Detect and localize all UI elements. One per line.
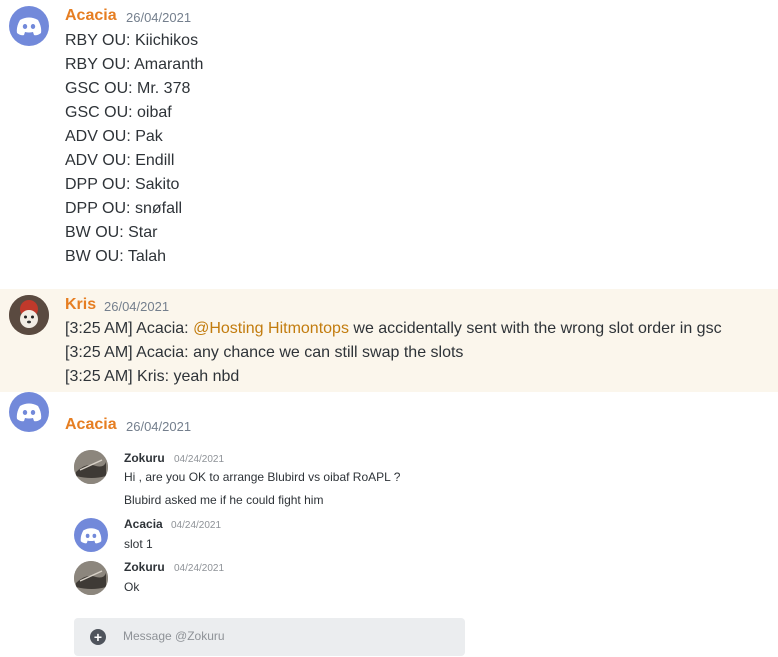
message-line: [3:25 AM] Acacia: @Hosting Hitmontops we… (65, 320, 722, 338)
pet-photo-icon (9, 295, 49, 335)
message-text: [3:25 AM] Acacia: (65, 320, 194, 337)
embed-timestamp: 04/24/2021 (174, 454, 225, 465)
message-line: DPP OU: snøfall (65, 200, 183, 217)
message-input-placeholder: Message @Zokuru (123, 629, 225, 643)
message-kris: Kris 26/04/2021 [3:25 AM] Acacia: @Hosti… (0, 289, 778, 392)
message-line: [3:25 AM] Acacia: any chance we can stil… (65, 344, 464, 361)
message-line: [3:25 AM] Kris: yeah nbd (65, 368, 240, 385)
discord-logo-icon (16, 17, 42, 36)
author-name[interactable]: Kris (65, 296, 96, 314)
embed-message-line: Ok (124, 580, 140, 594)
message-line: RBY OU: Kiichikos (65, 32, 199, 49)
avatar[interactable] (9, 295, 49, 335)
timestamp: 26/04/2021 (126, 419, 192, 434)
avatar (74, 561, 108, 595)
message-line: DPP OU: Sakito (65, 176, 180, 193)
embed-message-line: slot 1 (124, 537, 153, 551)
author-name[interactable]: Acacia (65, 7, 117, 25)
avatar (74, 518, 108, 552)
bird-photo-icon (74, 561, 108, 595)
message-acacia-1: Acacia 26/04/2021 RBY OU: Kiichikos RBY … (0, 0, 778, 280)
discord-logo-icon (80, 527, 102, 543)
role-mention[interactable]: @Hosting Hitmontops (193, 320, 349, 337)
message-line: BW OU: Star (65, 224, 158, 241)
embed-author-name: Acacia (124, 517, 163, 531)
message-line: GSC OU: oibaf (65, 104, 172, 121)
plus-circle-icon[interactable]: + (90, 629, 106, 645)
message-line: ADV OU: Endill (65, 152, 175, 169)
timestamp: 26/04/2021 (126, 10, 192, 25)
embed-author-name: Zokuru (124, 451, 165, 465)
bird-photo-icon (74, 450, 108, 484)
message-line: ADV OU: Pak (65, 128, 163, 145)
embed-message-line: Hi , are you OK to arrange Blubird vs oi… (124, 470, 401, 484)
avatar[interactable] (9, 392, 49, 432)
embed-message-line: Blubird asked me if he could fight him (124, 493, 324, 507)
avatar[interactable] (9, 6, 49, 46)
embed-timestamp: 04/24/2021 (171, 520, 222, 531)
message-line: RBY OU: Amaranth (65, 56, 204, 73)
message-text: we accidentally sent with the wrong slot… (348, 320, 722, 337)
discord-logo-icon (16, 403, 42, 422)
message-input[interactable]: + Message @Zokuru (74, 618, 465, 656)
embed-author-name: Zokuru (124, 560, 165, 574)
message-line: BW OU: Talah (65, 248, 167, 265)
avatar (74, 450, 108, 484)
embed-timestamp: 04/24/2021 (174, 563, 225, 574)
timestamp: 26/04/2021 (104, 299, 170, 314)
author-name[interactable]: Acacia (65, 416, 117, 434)
message-line: GSC OU: Mr. 378 (65, 80, 191, 97)
